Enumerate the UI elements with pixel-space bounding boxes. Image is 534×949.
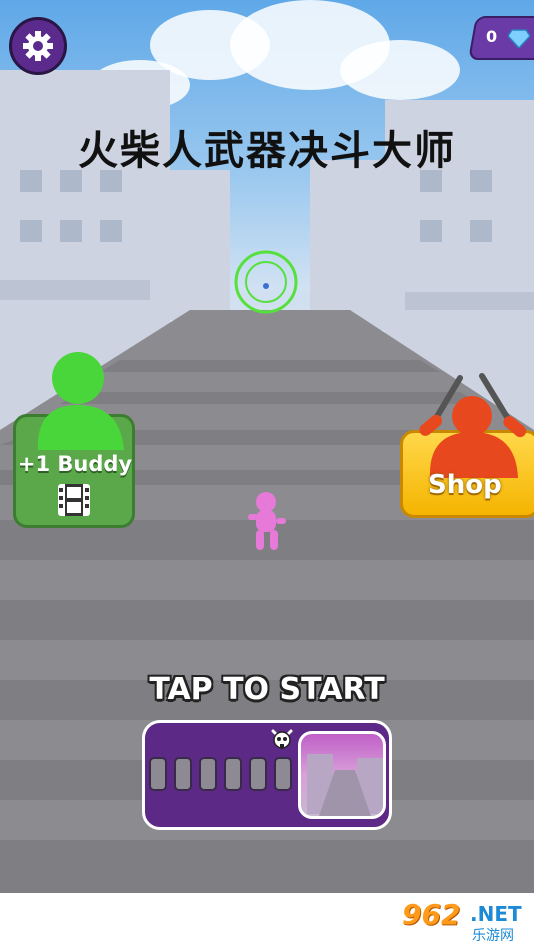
progress-segment — [274, 757, 292, 791]
red-fighter-figure — [419, 373, 527, 478]
gem-icon — [508, 29, 530, 48]
green-buddy-figure — [37, 352, 125, 450]
progress-segment — [174, 757, 192, 791]
boss-level-preview — [298, 731, 386, 819]
settings-button[interactable] — [9, 17, 67, 75]
tap-to-start-label[interactable]: TAP TO START — [0, 672, 534, 707]
add-buddy-label: +1 Buddy — [17, 452, 133, 476]
shop-label: Shop — [428, 470, 502, 500]
video-ad-icon — [58, 484, 90, 516]
watermark-net: .NET — [470, 902, 522, 926]
gear-icon — [23, 31, 53, 61]
watermark-sub: 乐游网 — [472, 928, 514, 944]
watermark-number: 962 — [402, 898, 461, 931]
skull-icon — [271, 729, 293, 749]
player-stickman — [248, 492, 286, 550]
progress-segment — [249, 757, 267, 791]
game-title: 火柴人武器决斗大师 — [78, 128, 456, 174]
progress-segment — [149, 757, 167, 791]
progress-segment — [199, 757, 217, 791]
gem-count: 0 — [486, 27, 498, 46]
progress-segment — [224, 757, 242, 791]
